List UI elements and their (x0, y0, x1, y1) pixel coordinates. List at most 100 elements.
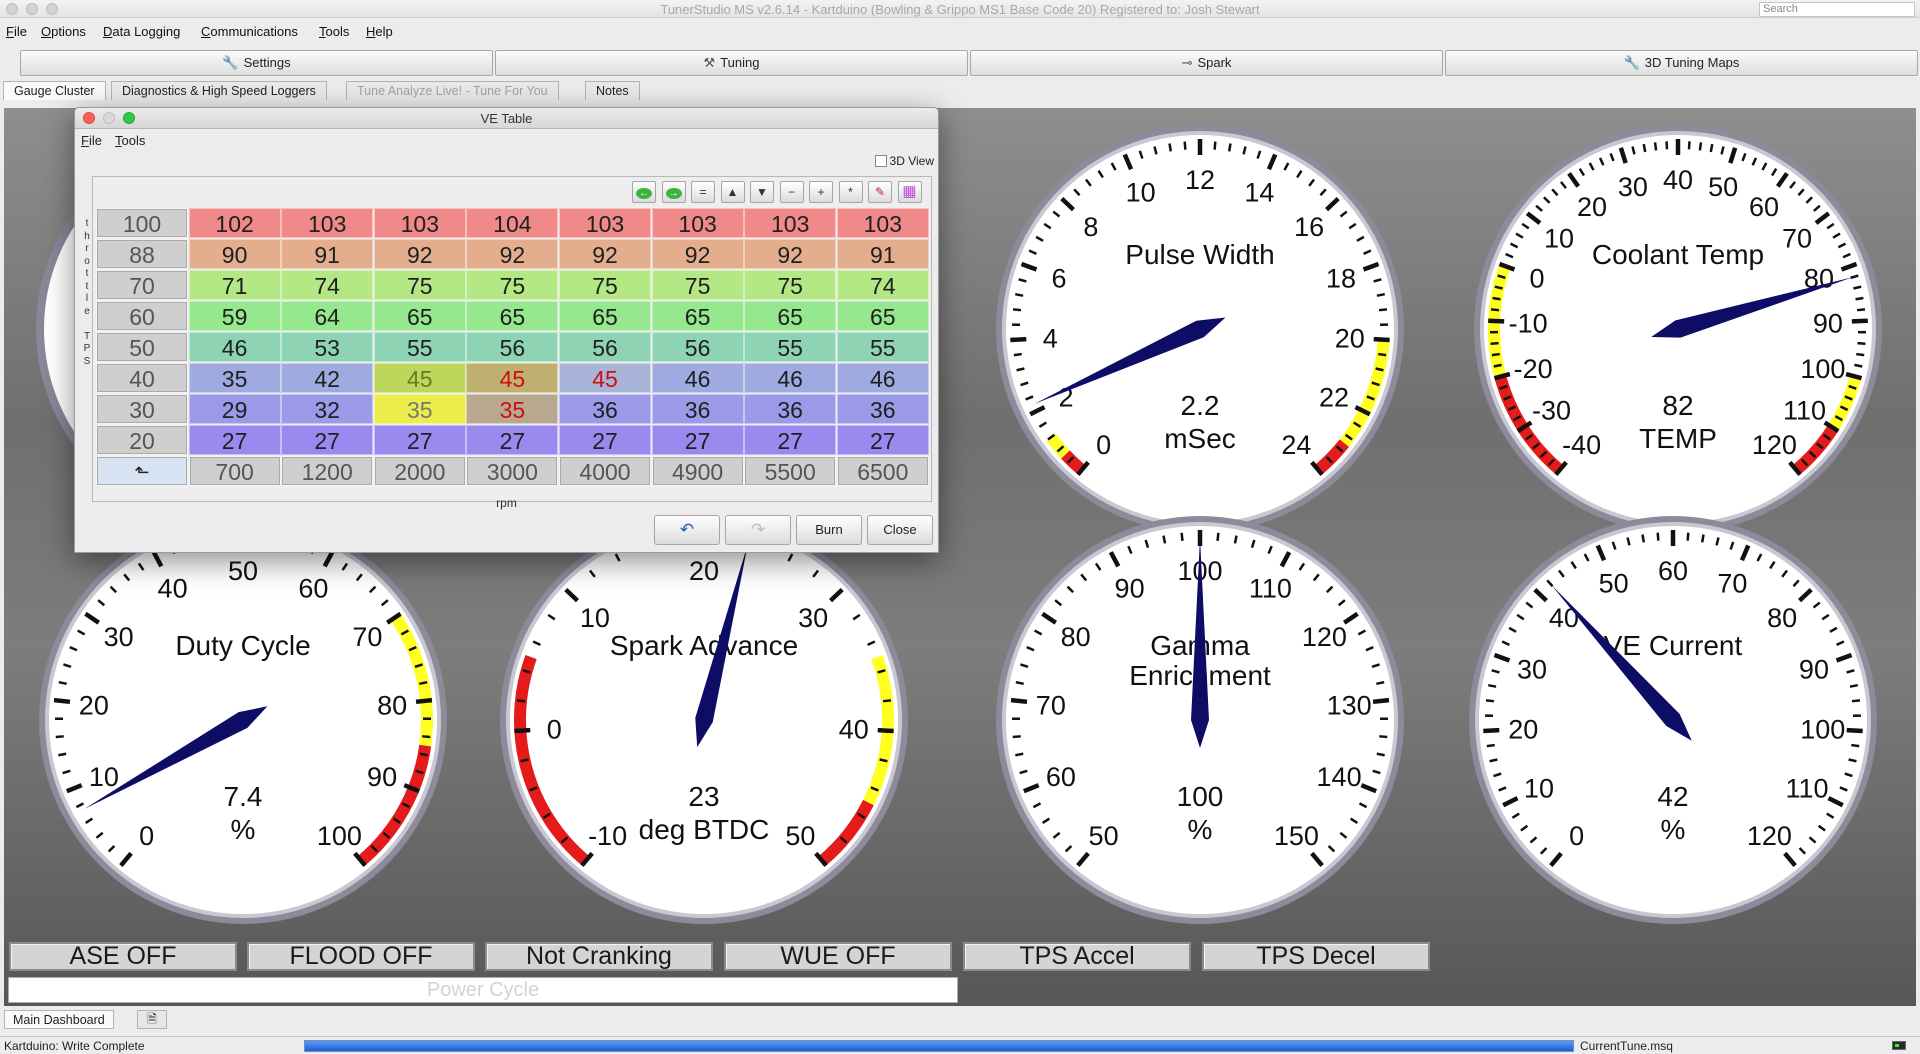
ve-cell[interactable]: 45 (559, 363, 651, 393)
ve-cell[interactable]: 103 (281, 208, 374, 238)
close-button[interactable]: Close (867, 515, 933, 545)
tps-bin-cell[interactable]: 70 (96, 270, 188, 300)
ve-cell[interactable]: 27 (744, 425, 837, 455)
ve-cell[interactable]: 35 (466, 394, 559, 424)
ve-cell[interactable]: 36 (651, 394, 744, 424)
tab-tune-analyze-live[interactable]: Tune Analyze Live! - Tune For You (346, 81, 559, 100)
ve-cell[interactable]: 46 (188, 332, 281, 362)
tps-bin-cell[interactable]: 40 (96, 363, 188, 393)
ve-cell[interactable]: 42 (281, 363, 374, 393)
ve-cell[interactable]: 92 (744, 239, 837, 269)
menu-communications[interactable]: Communications (201, 24, 298, 39)
ve-cell[interactable]: 103 (373, 208, 466, 238)
ve-cell[interactable]: 27 (836, 425, 929, 455)
undo-button[interactable]: ↶ (654, 515, 720, 545)
menu-options[interactable]: Options (41, 24, 86, 39)
ve-cell[interactable]: 102 (188, 208, 281, 238)
search-input[interactable]: Search (1759, 2, 1915, 17)
ve-cell[interactable]: 92 (373, 239, 466, 269)
tps-bin-cell[interactable]: 30 (96, 394, 188, 424)
ve-cell[interactable]: 45 (466, 363, 559, 393)
ve-cell[interactable]: 65 (744, 301, 837, 331)
ve-cell[interactable]: 56 (466, 332, 559, 362)
arrow-left-button[interactable]: ← (632, 181, 656, 203)
ve-cell[interactable]: 75 (651, 270, 744, 300)
ve-cell[interactable]: 65 (836, 301, 929, 331)
ve-cell[interactable]: 92 (651, 239, 744, 269)
rpm-bin-cell[interactable]: 1200 (281, 456, 374, 486)
3d-tuning-maps-button[interactable]: 🔧 3D Tuning Maps (1445, 50, 1918, 76)
rpm-bin-cell[interactable]: 700 (188, 456, 281, 486)
ve-cell[interactable]: 75 (744, 270, 837, 300)
tps-bin-cell[interactable]: 50 (96, 332, 188, 362)
ve-cell[interactable]: 103 (744, 208, 837, 238)
ve-cell[interactable]: 74 (281, 270, 374, 300)
rpm-bin-cell[interactable]: 5500 (744, 456, 837, 486)
ve-cell[interactable]: 92 (466, 239, 559, 269)
ve-cell[interactable]: 65 (373, 301, 466, 331)
minus-button[interactable]: − (779, 181, 804, 203)
menu-file[interactable]: File (6, 24, 27, 39)
ve-cell[interactable]: 36 (559, 394, 651, 424)
rpm-bin-cell[interactable]: 3000 (466, 456, 559, 486)
ve-cell[interactable]: 45 (373, 363, 466, 393)
tps-bin-cell[interactable]: 20 (96, 425, 188, 455)
ve-cell[interactable]: 36 (836, 394, 929, 424)
settings-button[interactable]: 🔧 Settings (20, 50, 493, 76)
ve-cell[interactable]: 46 (836, 363, 929, 393)
equals-button[interactable]: = (691, 181, 715, 203)
ve-cell[interactable]: 55 (836, 332, 929, 362)
ve-cell[interactable]: 91 (836, 239, 929, 269)
ve-menu-file[interactable]: File (81, 133, 102, 148)
ve-cell[interactable]: 75 (559, 270, 651, 300)
ve-cell[interactable]: 27 (188, 425, 281, 455)
rpm-bin-cell[interactable]: 6500 (836, 456, 929, 486)
decrement-down-button[interactable]: ▼ (750, 181, 774, 203)
ve-cell[interactable]: 71 (188, 270, 281, 300)
tuning-button[interactable]: ⚒ Tuning (495, 50, 968, 76)
plus-button[interactable]: + (809, 181, 833, 203)
ve-cell[interactable]: 56 (559, 332, 651, 362)
ve-cell[interactable]: 27 (281, 425, 374, 455)
ve-cell[interactable]: 29 (188, 394, 281, 424)
ve-cell[interactable]: 35 (188, 363, 281, 393)
ve-cell[interactable]: 65 (651, 301, 744, 331)
ve-cell[interactable]: 55 (373, 332, 466, 362)
ve-cell[interactable]: 103 (836, 208, 929, 238)
color-palette-button[interactable]: ▦ (897, 181, 922, 203)
ve-cell[interactable]: 55 (744, 332, 837, 362)
rpm-bin-cell[interactable]: 4000 (559, 456, 651, 486)
new-dashboard-icon[interactable]: 🗎 (137, 1010, 167, 1029)
ve-cell[interactable]: 103 (651, 208, 744, 238)
ve-cell[interactable]: 91 (281, 239, 374, 269)
multiply-button[interactable]: * (838, 181, 863, 203)
3d-view-checkbox[interactable]: 3D View (874, 154, 934, 168)
tps-bin-cell[interactable]: 88 (96, 239, 188, 269)
tab-notes[interactable]: Notes (585, 81, 640, 100)
spark-button[interactable]: ⊸ Spark (970, 50, 1443, 76)
ve-cell[interactable]: 64 (281, 301, 374, 331)
ve-cell[interactable]: 27 (373, 425, 466, 455)
tab-diagnostics[interactable]: Diagnostics & High Speed Loggers (111, 81, 327, 100)
ve-cell[interactable]: 27 (651, 425, 744, 455)
ve-cell[interactable]: 32 (281, 394, 374, 424)
arrow-right-button[interactable]: → (661, 181, 686, 203)
ve-cell[interactable]: 103 (559, 208, 651, 238)
menu-help[interactable]: Help (366, 24, 393, 39)
ve-cell[interactable]: 104 (466, 208, 559, 238)
tab-gauge-cluster[interactable]: Gauge Cluster (3, 81, 106, 100)
increment-up-button[interactable]: ▲ (720, 181, 745, 203)
burn-button[interactable]: Burn (796, 515, 862, 545)
ve-cell[interactable]: 46 (651, 363, 744, 393)
ve-cell[interactable]: 92 (559, 239, 651, 269)
rpm-bin-cell[interactable]: 2000 (373, 456, 466, 486)
ve-cell[interactable]: 75 (466, 270, 559, 300)
ve-cell[interactable]: 46 (744, 363, 837, 393)
menu-tools[interactable]: Tools (319, 24, 349, 39)
ve-cell[interactable]: 36 (744, 394, 837, 424)
tps-bin-cell[interactable]: 60 (96, 301, 188, 331)
tab-main-dashboard[interactable]: Main Dashboard (4, 1010, 114, 1029)
ve-cell[interactable]: 75 (373, 270, 466, 300)
ve-cell[interactable]: 53 (281, 332, 374, 362)
ve-cell[interactable]: 90 (188, 239, 281, 269)
